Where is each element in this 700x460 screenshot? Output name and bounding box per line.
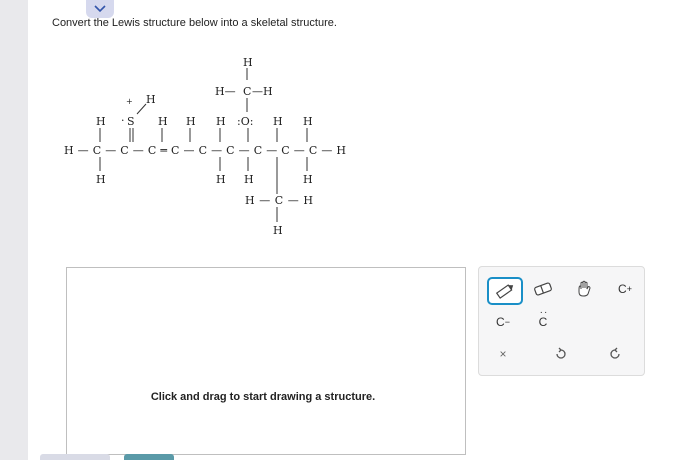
- pencil-tool-button[interactable]: [487, 277, 523, 305]
- undo-icon: [556, 347, 566, 359]
- atom-c: C: [243, 85, 251, 98]
- redo-button[interactable]: [601, 343, 629, 365]
- carbanion-tool-button[interactable]: C −: [489, 311, 517, 333]
- atom-h: H: [146, 93, 156, 106]
- drawing-canvas[interactable]: [66, 267, 466, 455]
- redo-icon: [610, 347, 620, 359]
- drawing-toolbox: C + C − ·· C ×: [478, 266, 645, 376]
- carbocation-tool-button[interactable]: C +: [611, 277, 639, 301]
- atom-h: H: [303, 173, 313, 186]
- carbocation-label: C: [618, 282, 627, 296]
- methyl-group: H—C—H: [245, 194, 313, 207]
- bottom-tab[interactable]: [40, 454, 110, 460]
- hand-icon: [578, 280, 591, 297]
- lewis-structure: H H— C —H H + H · S H H H :O: H H H—C—C—…: [64, 56, 346, 237]
- atom-h: H: [96, 173, 106, 186]
- lone-pair-dots: ··: [539, 307, 549, 318]
- carbanion-label: C: [496, 315, 505, 329]
- atom-h: H: [96, 115, 106, 128]
- negative-charge: −: [504, 317, 510, 327]
- atom-h: H: [273, 224, 283, 237]
- atom-h: H: [216, 115, 226, 128]
- lone-pair: ·: [121, 114, 125, 127]
- formal-charge: +: [126, 97, 133, 106]
- radical-label: ·· C: [539, 307, 548, 329]
- eraser-icon: [534, 282, 552, 296]
- positive-charge: +: [626, 284, 632, 294]
- atom-o: :O:: [237, 115, 253, 128]
- atom-h: H: [303, 115, 313, 128]
- atom-h: —H: [252, 85, 273, 98]
- pencil-icon: [495, 284, 514, 299]
- atom-h: H—: [215, 85, 236, 98]
- clear-button[interactable]: ×: [489, 343, 517, 365]
- radical-tool-button[interactable]: ·· C: [529, 307, 557, 333]
- main-carbon-chain: H—C—C—C═C—C—C—C—C—C—H: [64, 144, 346, 157]
- canvas-hint: Click and drag to start drawing a struct…: [150, 391, 376, 403]
- atom-h: H: [158, 115, 168, 128]
- close-icon: ×: [499, 347, 507, 361]
- atom-h: H: [243, 56, 253, 69]
- eraser-tool-button[interactable]: [529, 277, 557, 301]
- bottom-tab-active[interactable]: [124, 454, 174, 460]
- atom-s: S: [127, 115, 135, 128]
- atom-h: H: [273, 115, 283, 128]
- move-tool-button[interactable]: [571, 277, 599, 301]
- atom-h: H: [186, 115, 196, 128]
- atom-h: H: [244, 173, 254, 186]
- atom-h: H: [216, 173, 226, 186]
- undo-button[interactable]: [547, 343, 575, 365]
